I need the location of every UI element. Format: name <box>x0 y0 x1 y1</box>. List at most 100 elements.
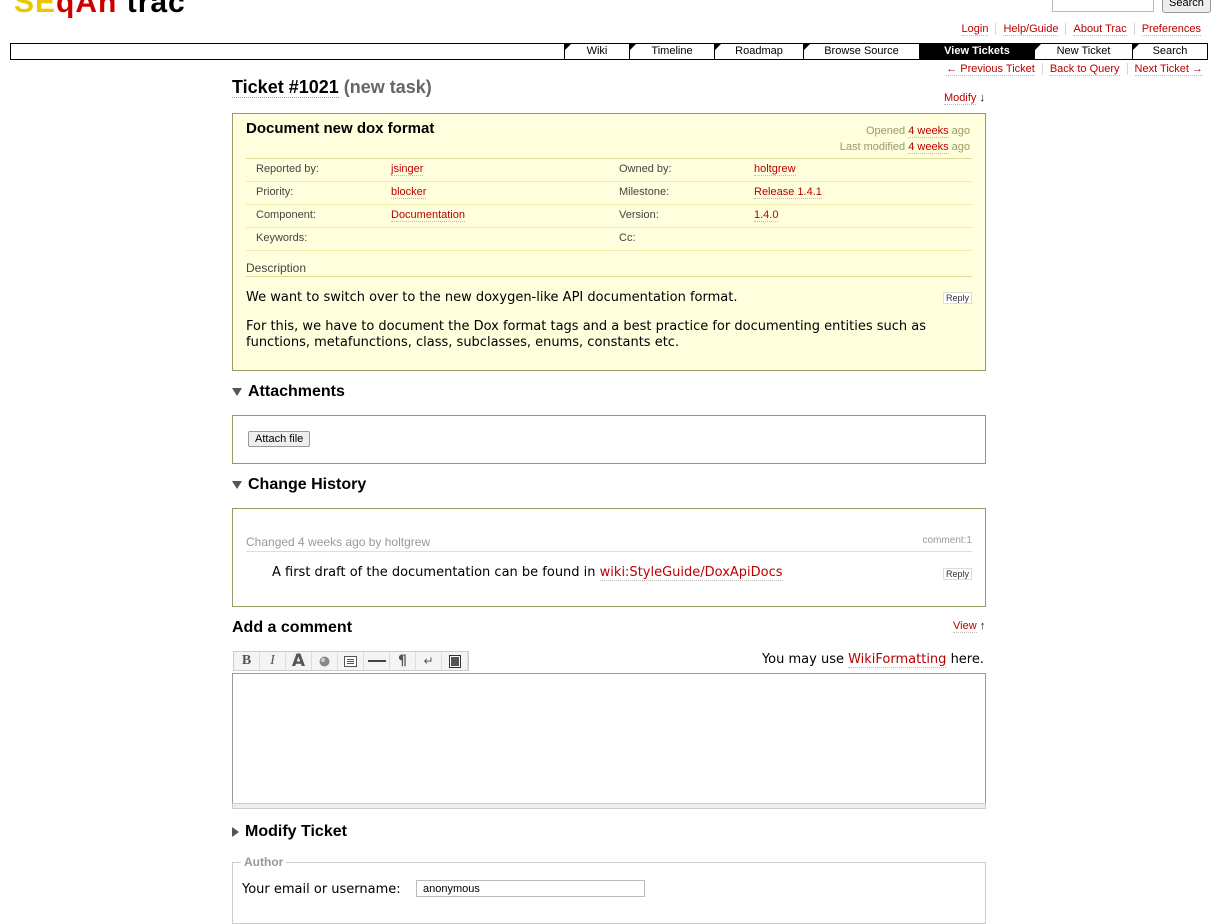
search-button[interactable]: Search <box>1162 0 1211 13</box>
keywords-value <box>391 228 609 250</box>
triangle-down-icon <box>232 480 242 489</box>
hr-icon[interactable] <box>364 652 390 670</box>
tab-roadmap[interactable]: Roadmap <box>714 44 803 59</box>
view-link[interactable]: View <box>953 620 977 633</box>
triangle-right-icon <box>232 826 239 837</box>
view-jump: View ↑ <box>953 620 986 633</box>
owned-by-label: Owned by: <box>619 163 672 175</box>
modify-ticket-heading: Modify Ticket <box>245 823 347 840</box>
keywords-label: Keywords: <box>256 232 308 244</box>
heading-icon[interactable]: A <box>286 651 312 671</box>
description-paragraph: We want to switch over to the new doxyge… <box>246 290 738 305</box>
modify-jump: Modify ↓ <box>944 92 985 105</box>
priority-link[interactable]: blocker <box>391 186 427 199</box>
linebreak-icon[interactable]: ↵ <box>416 652 442 670</box>
back-to-query-link[interactable]: Back to Query <box>1049 63 1120 76</box>
logo-text-a: SE <box>14 0 57 19</box>
milestone-link[interactable]: Release 1.4.1 <box>754 186 822 199</box>
attachments-toggle[interactable]: Attachments <box>232 383 345 401</box>
arrow-up-icon: ↑ <box>979 620 986 632</box>
property-row: Keywords: Cc: <box>246 228 972 251</box>
attach-file-button[interactable]: Attach file <box>248 431 311 447</box>
comment-number-link[interactable]: comment:1 <box>923 535 972 546</box>
comment-textarea[interactable] <box>232 673 986 805</box>
note-suffix: here. <box>946 652 984 667</box>
ticket-number[interactable]: Ticket #1021 <box>232 77 339 98</box>
image-icon[interactable] <box>442 652 468 670</box>
search-input[interactable] <box>1052 0 1154 12</box>
about-trac-link[interactable]: About Trac <box>1073 23 1127 36</box>
property-row: Component: Documentation Version: 1.4.0 <box>246 205 972 228</box>
link-icon[interactable] <box>312 652 338 670</box>
help-guide-link[interactable]: Help/Guide <box>1003 23 1059 36</box>
author-label: Your email or username: <box>242 882 401 897</box>
italic-icon[interactable]: I <box>260 652 286 670</box>
paragraph-icon[interactable]: ¶ <box>390 652 416 670</box>
ticket-type: (new task) <box>343 77 432 97</box>
version-label: Version: <box>619 209 659 221</box>
context-nav: ← Previous Ticket Back to Query Next Tic… <box>939 63 1210 76</box>
cc-value <box>754 228 972 250</box>
next-ticket-link[interactable]: Next Ticket → <box>1134 63 1203 76</box>
opened-suffix: ago <box>951 125 970 137</box>
main-nav: Wiki Timeline Roadmap Browse Source View… <box>10 43 1208 60</box>
ticket-properties: Reported by: jsinger Owned by: holtgrew … <box>246 158 972 251</box>
change-history-toggle[interactable]: Change History <box>232 476 366 494</box>
author-input[interactable]: anonymous <box>416 880 645 897</box>
change-history-heading: Change History <box>248 476 367 493</box>
tab-view-tickets[interactable]: View Tickets <box>919 44 1034 59</box>
owner-link[interactable]: holtgrew <box>754 163 796 176</box>
login-link[interactable]: Login <box>961 23 989 36</box>
tab-wiki[interactable]: Wiki <box>564 44 629 59</box>
codeblock-icon[interactable] <box>338 652 364 670</box>
reporter-link[interactable]: jsinger <box>391 163 424 176</box>
component-label: Component: <box>256 209 316 221</box>
wiki-page-link[interactable]: wiki:StyleGuide/DoxApiDocs <box>599 565 783 581</box>
previous-ticket-link[interactable]: ← Previous Ticket <box>946 63 1035 76</box>
opened-prefix: Opened <box>866 125 906 137</box>
tab-search[interactable]: Search <box>1132 44 1207 59</box>
cc-label: Cc: <box>619 232 636 244</box>
logo-text-c: trac <box>126 0 186 19</box>
page-title: Ticket #1021 (new task) <box>232 77 432 98</box>
site-logo[interactable]: SEqAn trac <box>14 0 186 20</box>
attachments-box: Attach file <box>232 415 986 464</box>
modify-ticket-toggle[interactable]: Modify Ticket <box>232 823 347 841</box>
change-comment: A first draft of the documentation can b… <box>272 565 783 581</box>
milestone-label: Milestone: <box>619 186 670 198</box>
wiki-formatting-link[interactable]: WikiFormatting <box>848 652 947 668</box>
preferences-link[interactable]: Preferences <box>1141 23 1201 36</box>
ticket-summary: Document new dox format <box>246 120 435 137</box>
change-history-box: Changed 4 weeks ago by holtgrew comment:… <box>232 508 986 607</box>
version-link[interactable]: 1.4.0 <box>754 209 779 222</box>
wiki-toolbar: B I A ¶ ↵ <box>233 651 469 671</box>
resize-grip[interactable] <box>232 803 986 809</box>
reported-by-label: Reported by: <box>256 163 319 175</box>
add-comment-heading: Add a comment <box>232 619 353 636</box>
author-legend: Author <box>241 855 287 869</box>
modified-suffix: ago <box>951 141 970 153</box>
description-heading: Description <box>246 261 972 277</box>
modify-link[interactable]: Modify <box>944 92 977 105</box>
tab-new-ticket[interactable]: New Ticket <box>1034 44 1132 59</box>
comment-reply-button[interactable]: Reply <box>942 568 972 580</box>
attachments-heading: Attachments <box>248 383 345 400</box>
bold-icon[interactable]: B <box>234 652 260 670</box>
priority-label: Priority: <box>256 186 294 198</box>
property-row: Reported by: jsinger Owned by: holtgrew <box>246 159 972 182</box>
opened-age-link[interactable]: 4 weeks <box>908 125 949 138</box>
modified-prefix: Last modified <box>839 141 906 153</box>
tab-timeline[interactable]: Timeline <box>629 44 714 59</box>
modified-age-link[interactable]: 4 weeks <box>908 141 949 154</box>
ticket-dates: Opened 4 weeks ago Last modified 4 weeks… <box>840 123 970 155</box>
meta-nav: Login Help/Guide About Trac Preferences <box>955 23 1208 36</box>
component-link[interactable]: Documentation <box>391 209 465 222</box>
logo-text-b: qAn <box>56 0 118 19</box>
triangle-down-icon <box>232 387 242 396</box>
description-reply-button[interactable]: Reply <box>942 292 972 304</box>
property-row: Priority: blocker Milestone: Release 1.4… <box>246 182 972 205</box>
tab-browse-source[interactable]: Browse Source <box>803 44 919 59</box>
description-paragraph: For this, we have to document the Dox fo… <box>246 319 927 350</box>
change-header: Changed 4 weeks ago by holtgrew <box>246 535 972 552</box>
arrow-down-icon: ↓ <box>979 92 985 104</box>
